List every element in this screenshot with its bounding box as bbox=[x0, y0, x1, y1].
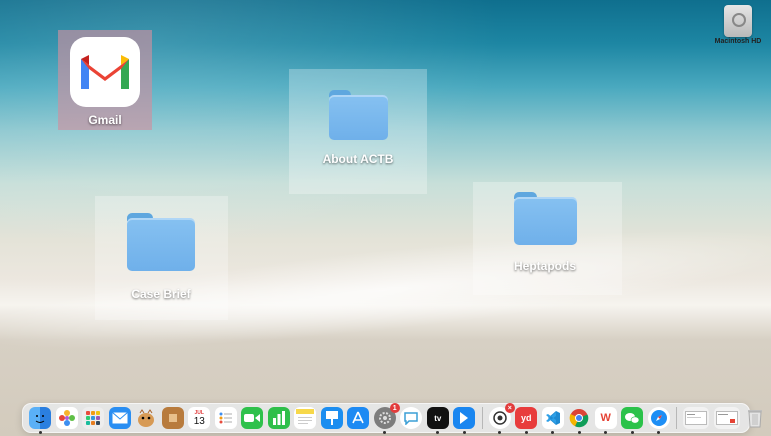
apple-tv-icon[interactable]: tv bbox=[426, 407, 449, 434]
desktop: Gmail About ACTB Case Brief Heptapods Ma… bbox=[0, 0, 771, 436]
folder-icon bbox=[513, 192, 577, 245]
vscode-icon[interactable] bbox=[541, 407, 564, 434]
keynote-icon[interactable] bbox=[320, 407, 343, 429]
window-thumb-icon[interactable] bbox=[713, 407, 740, 429]
chat-bubble-icon[interactable] bbox=[400, 407, 423, 429]
reminders-icon[interactable] bbox=[214, 407, 237, 429]
dock: JUL 13 1 tv × yd W bbox=[22, 403, 763, 434]
folder-icon bbox=[328, 90, 388, 140]
facetime-icon[interactable] bbox=[241, 407, 264, 429]
app-store-icon[interactable] bbox=[347, 407, 370, 429]
finder-icon[interactable] bbox=[29, 407, 52, 434]
gmail-icon bbox=[70, 37, 140, 107]
notebook-icon[interactable] bbox=[161, 407, 184, 429]
case-brief-label: Case Brief bbox=[131, 287, 191, 301]
notification-badge: 1 bbox=[389, 403, 400, 413]
heptapods-label: Heptapods bbox=[513, 259, 576, 273]
macintosh-hd-icon[interactable]: Macintosh HD bbox=[712, 5, 764, 45]
chrome-icon[interactable] bbox=[568, 407, 590, 434]
macintosh-hd-label: Macintosh HD bbox=[714, 38, 762, 45]
photos-icon[interactable] bbox=[55, 407, 78, 429]
youdao-label: yd bbox=[520, 413, 532, 423]
gmail-desktop-icon[interactable]: Gmail bbox=[58, 30, 152, 130]
apple-tv-label: tv bbox=[434, 413, 442, 423]
gear-icon[interactable]: 1 bbox=[373, 403, 400, 434]
about-actb-folder[interactable]: About ACTB bbox=[297, 90, 419, 166]
trash-icon[interactable] bbox=[744, 407, 766, 429]
gmail-label: Gmail bbox=[88, 113, 122, 127]
dock-separator bbox=[481, 407, 483, 429]
calendar-icon[interactable]: JUL 13 bbox=[188, 407, 211, 429]
case-brief-folder[interactable]: Case Brief bbox=[100, 213, 222, 301]
arrow-icon[interactable] bbox=[453, 407, 476, 434]
dock-separator bbox=[676, 407, 677, 429]
wechat-icon[interactable] bbox=[621, 407, 644, 434]
launchpad-icon[interactable] bbox=[82, 407, 105, 429]
wps-label: W bbox=[600, 412, 611, 424]
window-thumb-icon[interactable] bbox=[683, 407, 710, 429]
calendar-day: 13 bbox=[193, 415, 205, 427]
dragon-icon[interactable] bbox=[135, 407, 157, 429]
about-actb-label: About ACTB bbox=[322, 152, 394, 166]
safari-icon[interactable] bbox=[647, 407, 670, 434]
wps-icon[interactable]: W bbox=[594, 407, 617, 434]
numbers-icon[interactable] bbox=[267, 407, 290, 429]
close-badge-icon: × bbox=[504, 403, 515, 413]
notes-icon[interactable] bbox=[294, 407, 317, 429]
heptapods-folder[interactable]: Heptapods bbox=[484, 192, 606, 273]
mail-icon[interactable] bbox=[108, 407, 131, 429]
youdao-icon[interactable]: yd bbox=[515, 407, 538, 434]
capture-icon[interactable]: × bbox=[488, 403, 515, 434]
folder-icon bbox=[127, 213, 195, 271]
hard-drive-icon bbox=[724, 5, 752, 37]
